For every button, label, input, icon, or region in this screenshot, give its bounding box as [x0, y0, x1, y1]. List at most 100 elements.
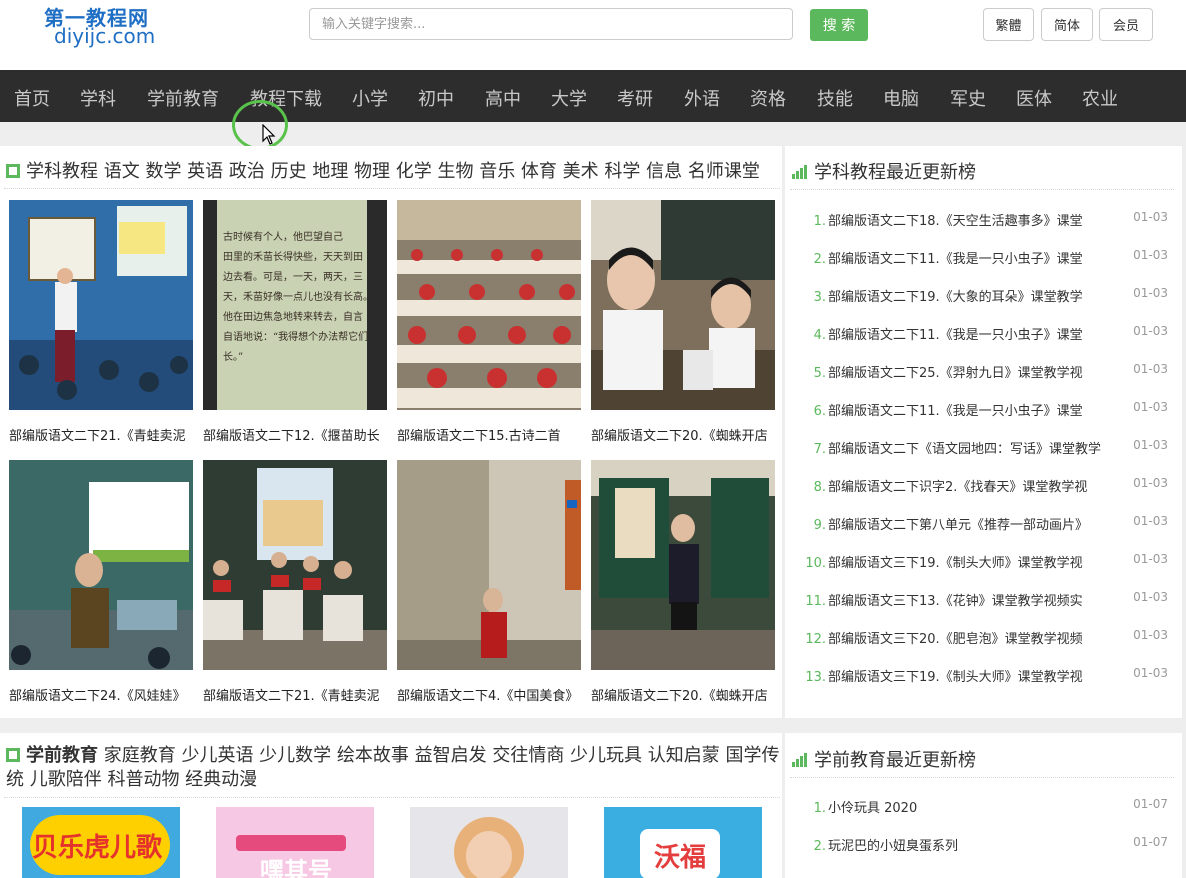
thumbnail-text: 贝乐虎儿歌 — [32, 833, 163, 863]
ranking-list-item[interactable]: 10. 部编版语文三下19.《制头大师》课堂教学视 01-03 — [805, 552, 1180, 572]
cursor-highlight-ring — [232, 100, 288, 150]
video-thumbnail[interactable] — [591, 200, 775, 410]
search-button[interactable]: 搜 索 — [810, 9, 868, 41]
ranking-item-title[interactable]: 部编版语文三下19.《制头大师》课堂教学视 — [828, 556, 1083, 571]
video-caption[interactable]: 部编版语文二下4.《中国美食》 — [397, 685, 573, 704]
ranking-list-item[interactable]: 2. 部编版语文二下11.《我是一只小虫子》课堂 01-03 — [810, 248, 1180, 268]
ranking-item-title[interactable]: 部编版语文二下《语文园地四：写话》课堂教学 — [828, 442, 1101, 457]
traditional-chinese-button[interactable]: 繁體 — [983, 8, 1034, 41]
simplified-chinese-button[interactable]: 简体 — [1041, 8, 1093, 41]
section-title-preschool-main[interactable]: 学前教育 — [26, 745, 98, 766]
video-thumbnail[interactable]: 古时候有个人，他巴望自己 田里的禾苗长得快些，天天到田 边去看。可是，一天，两天… — [203, 200, 387, 410]
nav-item-home[interactable]: 首页 — [14, 85, 50, 111]
nav-item-certification[interactable]: 资格 — [750, 85, 786, 111]
video-thumbnail[interactable]: 贝乐虎儿歌 — [22, 807, 180, 878]
ranking-item-title[interactable]: 部编版语文二下18.《天空生活趣事多》课堂 — [828, 214, 1083, 229]
ranking-item-title[interactable]: 部编版语文三下13.《花钟》课堂教学视频实 — [828, 594, 1083, 609]
video-thumbnail[interactable] — [410, 807, 568, 878]
logo-en-text: diyijc.com — [54, 24, 156, 48]
video-caption[interactable]: 部编版语文二下20.《蜘蛛开店》 — [591, 425, 767, 444]
nav-item-agriculture[interactable]: 农业 — [1082, 85, 1118, 111]
ranking-list-item[interactable]: 8. 部编版语文二下识字2.《找春天》课堂教学视 01-03 — [810, 476, 1180, 496]
section-title-preschool: 学前教育 家庭教育 少儿英语 少儿数学 绘本故事 益智启发 交往情商 少儿玩具 … — [6, 744, 782, 792]
ranking-item-title[interactable]: 玩泥巴的小妞臭蛋系列 — [828, 839, 958, 854]
video-thumbnail[interactable] — [397, 200, 581, 410]
ranking-item-date: 01-03 — [1133, 514, 1168, 528]
section-title-preschool-links[interactable]: 家庭教育 少儿英语 少儿数学 绘本故事 益智启发 交往情商 少儿玩具 认知启蒙 … — [6, 745, 780, 790]
ranking-title-preschool: 学前教育最近更新榜 — [792, 746, 976, 772]
ranking-list-item[interactable]: 9. 部编版语文二下第八单元《推荐一部动画片》 01-03 — [810, 514, 1180, 534]
board-text-line: 天，禾苗好像一点儿也没有长高。 — [223, 292, 373, 303]
ranking-list-item[interactable]: 13. 部编版语文三下19.《制头大师》课堂教学视 01-03 — [805, 666, 1180, 686]
search-input[interactable] — [309, 8, 793, 40]
video-thumbnail[interactable] — [397, 460, 581, 670]
nav-item-computer[interactable]: 电脑 — [883, 85, 919, 111]
video-caption[interactable]: 部编版语文二下12.《揠苗助长》 — [203, 425, 379, 444]
ranking-item-title[interactable]: 部编版语文二下11.《我是一只小虫子》课堂 — [828, 328, 1083, 343]
ranking-item-date: 01-03 — [1133, 400, 1168, 414]
bar-chart-icon — [792, 753, 808, 767]
ranking-item-title[interactable]: 小伶玩具 2020 — [828, 801, 917, 816]
ranking-number: 10. — [805, 556, 826, 571]
ranking-item-date: 01-03 — [1133, 438, 1168, 452]
video-caption[interactable]: 部编版语文二下15.古诗二首 — [397, 425, 573, 444]
nav-item-military[interactable]: 军史 — [950, 85, 986, 111]
video-caption[interactable]: 部编版语文二下24.《风娃娃》 — [9, 685, 185, 704]
ranking-item-date: 01-07 — [1133, 835, 1168, 849]
member-button[interactable]: 会员 — [1099, 8, 1153, 41]
mouse-cursor-icon — [262, 124, 276, 145]
ranking-list-item[interactable]: 12. 部编版语文三下20.《肥皂泡》课堂教学视频 01-03 — [805, 628, 1180, 648]
ranking-item-title[interactable]: 部编版语文三下20.《肥皂泡》课堂教学视频 — [828, 632, 1083, 647]
ranking-list-item[interactable]: 11. 部编版语文三下13.《花钟》课堂教学视频实 01-03 — [805, 590, 1180, 610]
video-caption[interactable]: 部编版语文二下20.《蜘蛛开店》 — [591, 685, 767, 704]
ranking-list-item[interactable]: 1. 部编版语文二下18.《天空生活趣事多》课堂 01-03 — [810, 210, 1180, 230]
video-thumbnail[interactable] — [9, 460, 193, 670]
nav-item-languages[interactable]: 外语 — [684, 85, 720, 111]
ranking-item-title[interactable]: 部编版语文二下25.《羿射九日》课堂教学视 — [828, 366, 1083, 381]
ranking-number: 1. — [813, 214, 826, 229]
ranking-list-item[interactable]: 5. 部编版语文二下25.《羿射九日》课堂教学视 01-03 — [810, 362, 1180, 382]
ranking-number: 9. — [813, 518, 826, 533]
video-thumbnail[interactable]: 沃福 — [604, 807, 762, 878]
video-thumbnail[interactable]: 嘿其号 — [216, 807, 374, 878]
ranking-item-date: 01-03 — [1133, 628, 1168, 642]
ranking-item-title[interactable]: 部编版语文二下第八单元《推荐一部动画片》 — [828, 518, 1088, 533]
video-caption[interactable]: 部编版语文二下21.《青蛙卖泥塘》 — [9, 425, 185, 444]
ranking-list-item[interactable]: 6. 部编版语文二下11.《我是一只小虫子》课堂 01-03 — [810, 400, 1180, 420]
nav-item-subjects[interactable]: 学科 — [80, 85, 116, 111]
ranking-number: 2. — [813, 839, 826, 854]
video-thumbnail[interactable] — [203, 460, 387, 670]
nav-item-senior-high[interactable]: 高中 — [485, 85, 521, 111]
nav-item-medical-sports[interactable]: 医体 — [1016, 85, 1052, 111]
ranking-item-title[interactable]: 部编版语文二下19.《大象的耳朵》课堂教学 — [828, 290, 1083, 305]
bar-chart-icon — [792, 165, 808, 179]
ranking-item-title[interactable]: 部编版语文二下识字2.《找春天》课堂教学视 — [828, 480, 1087, 495]
nav-item-postgraduate[interactable]: 考研 — [617, 85, 653, 111]
section-title-subjects-text[interactable]: 学科教程 语文 数学 英语 政治 历史 地理 物理 化学 生物 音乐 体育 美术… — [26, 161, 760, 182]
ranking-item-title[interactable]: 部编版语文二下11.《我是一只小虫子》课堂 — [828, 252, 1083, 267]
ranking-list-item[interactable]: 2. 玩泥巴的小妞臭蛋系列 01-07 — [810, 835, 1180, 855]
ranking-item-date: 01-03 — [1133, 476, 1168, 490]
ranking-item-title[interactable]: 部编版语文三下19.《制头大师》课堂教学视 — [828, 670, 1083, 685]
ranking-title-subjects: 学科教程最近更新榜 — [792, 158, 976, 184]
ranking-list-item[interactable]: 3. 部编版语文二下19.《大象的耳朵》课堂教学 01-03 — [810, 286, 1180, 306]
ranking-list-item[interactable]: 7. 部编版语文二下《语文园地四：写话》课堂教学 01-03 — [810, 438, 1180, 458]
ranking-number: 13. — [805, 670, 826, 685]
video-thumbnail[interactable] — [9, 200, 193, 410]
ranking-list-item[interactable]: 4. 部编版语文二下11.《我是一只小虫子》课堂 01-03 — [810, 324, 1180, 344]
nav-item-skills[interactable]: 技能 — [817, 85, 853, 111]
nav-item-university[interactable]: 大学 — [551, 85, 587, 111]
nav-item-junior-high[interactable]: 初中 — [418, 85, 454, 111]
video-thumbnail[interactable] — [591, 460, 775, 670]
nav-item-preschool[interactable]: 学前教育 — [147, 85, 219, 111]
ranking-item-title[interactable]: 部编版语文二下11.《我是一只小虫子》课堂 — [828, 404, 1083, 419]
board-text-line: 长。” — [223, 352, 244, 363]
main-nav: 首页 学科 学前教育 教程下载 小学 初中 高中 大学 考研 外语 资格 技能 … — [0, 70, 1186, 122]
ranking-list-item[interactable]: 1. 小伶玩具 2020 01-07 — [810, 797, 1180, 817]
video-caption[interactable]: 部编版语文二下21.《青蛙卖泥塘》 — [203, 685, 379, 704]
nav-item-primary[interactable]: 小学 — [352, 85, 388, 111]
film-icon — [6, 748, 20, 762]
site-logo[interactable]: 第一教程网 diyijc.com — [40, 2, 190, 48]
board-text-line: 古时候有个人，他巴望自己 — [223, 232, 343, 243]
ranking-item-date: 01-03 — [1133, 324, 1168, 338]
